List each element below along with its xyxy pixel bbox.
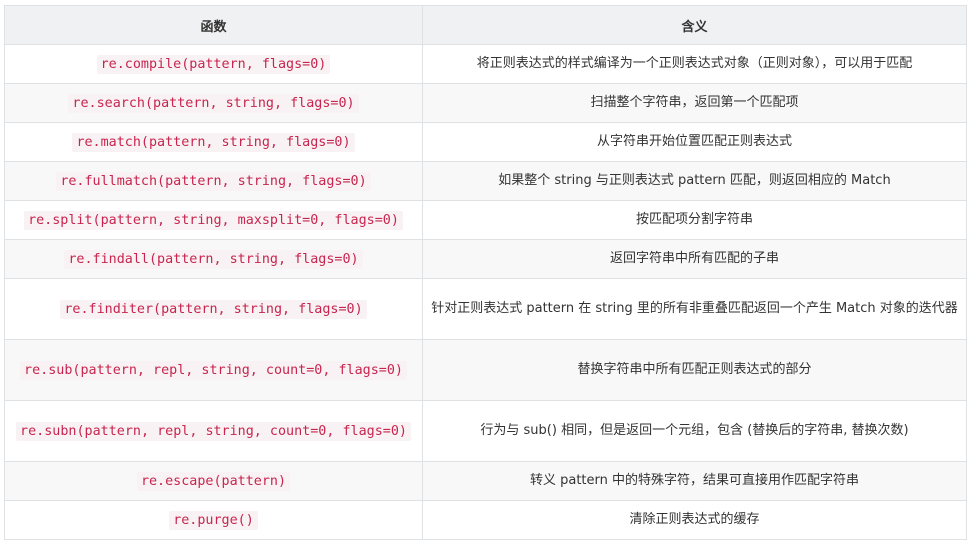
table-row: re.match(pattern, string, flags=0) 从字符串开… — [4, 122, 967, 162]
description-cell: 将正则表达式的样式编译为一个正则表达式对象（正则对象），可以用于匹配 — [422, 44, 967, 84]
function-cell: re.match(pattern, string, flags=0) — [4, 122, 423, 162]
function-cell: re.compile(pattern, flags=0) — [4, 44, 423, 84]
description-cell: 按匹配项分割字符串 — [422, 200, 967, 240]
table-body: re.compile(pattern, flags=0) 将正则表达式的样式编译… — [4, 44, 967, 540]
function-cell: re.escape(pattern) — [4, 461, 423, 501]
function-cell: re.sub(pattern, repl, string, count=0, f… — [4, 339, 423, 401]
table-row: re.compile(pattern, flags=0) 将正则表达式的样式编译… — [4, 44, 967, 84]
function-cell: re.subn(pattern, repl, string, count=0, … — [4, 400, 423, 462]
description-cell: 扫描整个字符串，返回第一个匹配项 — [422, 83, 967, 123]
table-row: re.purge() 清除正则表达式的缓存 — [4, 500, 967, 540]
function-signature: re.subn(pattern, repl, string, count=0, … — [16, 421, 411, 441]
header-row: 函数 含义 — [4, 5, 967, 45]
description-cell: 行为与 sub() 相同，但是返回一个元组，包含 (替换后的字符串, 替换次数) — [422, 400, 967, 462]
table-row: re.split(pattern, string, maxsplit=0, fl… — [4, 200, 967, 240]
function-cell: re.purge() — [4, 500, 423, 540]
table-row: re.finditer(pattern, string, flags=0) 针对… — [4, 278, 967, 340]
function-signature: re.match(pattern, string, flags=0) — [72, 132, 355, 152]
function-signature: re.compile(pattern, flags=0) — [96, 54, 331, 74]
function-signature: re.fullmatch(pattern, string, flags=0) — [56, 171, 371, 191]
column-header-meaning: 含义 — [422, 5, 967, 45]
function-cell: re.split(pattern, string, maxsplit=0, fl… — [4, 200, 423, 240]
function-signature: re.purge() — [169, 510, 258, 530]
description-cell: 转义 pattern 中的特殊字符，结果可直接用作匹配字符串 — [422, 461, 967, 501]
table-row: re.search(pattern, string, flags=0) 扫描整个… — [4, 83, 967, 123]
function-signature: re.split(pattern, string, maxsplit=0, fl… — [24, 210, 403, 230]
description-cell: 返回字符串中所有匹配的子串 — [422, 239, 967, 279]
function-signature: re.escape(pattern) — [136, 471, 291, 491]
table-row: re.sub(pattern, repl, string, count=0, f… — [4, 339, 967, 401]
function-signature: re.finditer(pattern, string, flags=0) — [60, 299, 367, 319]
table-header: 函数 含义 — [4, 5, 967, 45]
function-cell: re.finditer(pattern, string, flags=0) — [4, 278, 423, 340]
regex-function-table: 函数 含义 re.compile(pattern, flags=0) 将正则表达… — [4, 5, 967, 540]
function-signature: re.search(pattern, string, flags=0) — [68, 93, 359, 113]
function-signature: re.sub(pattern, repl, string, count=0, f… — [20, 360, 407, 380]
column-header-function: 函数 — [4, 5, 423, 45]
table-row: re.fullmatch(pattern, string, flags=0) 如… — [4, 161, 967, 201]
function-cell: re.findall(pattern, string, flags=0) — [4, 239, 423, 279]
description-cell: 从字符串开始位置匹配正则表达式 — [422, 122, 967, 162]
function-cell: re.search(pattern, string, flags=0) — [4, 83, 423, 123]
function-signature: re.findall(pattern, string, flags=0) — [64, 249, 363, 269]
description-cell: 清除正则表达式的缓存 — [422, 500, 967, 540]
description-cell: 针对正则表达式 pattern 在 string 里的所有非重叠匹配返回一个产生… — [422, 278, 967, 340]
description-cell: 替换字符串中所有匹配正则表达式的部分 — [422, 339, 967, 401]
function-cell: re.fullmatch(pattern, string, flags=0) — [4, 161, 423, 201]
description-cell: 如果整个 string 与正则表达式 pattern 匹配，则返回相应的 Mat… — [422, 161, 967, 201]
table-row: re.findall(pattern, string, flags=0) 返回字… — [4, 239, 967, 279]
table-row: re.escape(pattern) 转义 pattern 中的特殊字符，结果可… — [4, 461, 967, 501]
document: 函数 含义 re.compile(pattern, flags=0) 将正则表达… — [0, 0, 969, 543]
table-row: re.subn(pattern, repl, string, count=0, … — [4, 400, 967, 462]
